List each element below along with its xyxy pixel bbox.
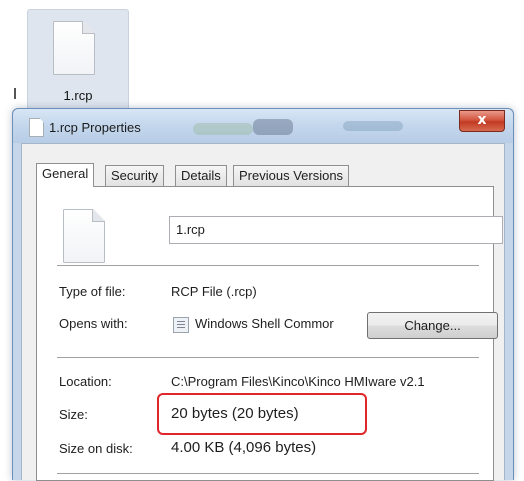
tab-details[interactable]: Details bbox=[175, 165, 227, 186]
size-label: Size: bbox=[59, 407, 88, 422]
desktop-file-label: 1.rcp bbox=[63, 88, 93, 103]
size-on-disk-label: Size on disk: bbox=[59, 441, 133, 456]
document-icon bbox=[29, 118, 44, 137]
document-icon bbox=[63, 209, 105, 263]
background-blur bbox=[343, 121, 403, 131]
tab-previous-versions[interactable]: Previous Versions bbox=[233, 165, 350, 186]
application-icon bbox=[173, 317, 189, 333]
desktop-edge-mark bbox=[14, 88, 16, 99]
divider bbox=[57, 473, 479, 474]
size-highlight-box bbox=[157, 393, 367, 435]
size-on-disk-value: 4.00 KB (4,096 bytes) bbox=[171, 439, 317, 456]
file-name-field[interactable]: 1.rcp bbox=[169, 216, 503, 244]
background-blur bbox=[253, 119, 293, 135]
opens-with-label: Opens with: bbox=[59, 316, 128, 331]
opens-with-value: Windows Shell Commor bbox=[195, 316, 334, 331]
tab-general[interactable]: General bbox=[36, 163, 95, 187]
type-of-file-value: RCP File (.rcp) bbox=[171, 284, 257, 299]
location-value: C:\Program Files\Kinco\Kinco HMIware v2.… bbox=[171, 374, 425, 389]
divider bbox=[57, 265, 479, 266]
close-icon: x bbox=[477, 112, 487, 128]
divider bbox=[57, 357, 479, 358]
window-client-area: General Security Details Previous Versio… bbox=[21, 143, 505, 481]
properties-window: 1.rcp Properties x General Security Deta… bbox=[12, 108, 514, 481]
location-label: Location: bbox=[59, 374, 112, 389]
type-of-file-label: Type of file: bbox=[59, 284, 126, 299]
close-button[interactable]: x bbox=[459, 110, 505, 132]
tab-security[interactable]: Security bbox=[105, 165, 164, 186]
desktop-file-icon-tile[interactable]: 1.rcp bbox=[27, 9, 129, 111]
general-tab-panel: 1.rcp Type of file: RCP File (.rcp) Open… bbox=[36, 186, 503, 481]
title-bar[interactable]: 1.rcp Properties x bbox=[13, 109, 513, 143]
background-blur bbox=[193, 123, 253, 135]
document-icon bbox=[53, 21, 95, 75]
change-button[interactable]: Change... bbox=[367, 312, 498, 339]
window-title: 1.rcp Properties bbox=[49, 120, 141, 135]
